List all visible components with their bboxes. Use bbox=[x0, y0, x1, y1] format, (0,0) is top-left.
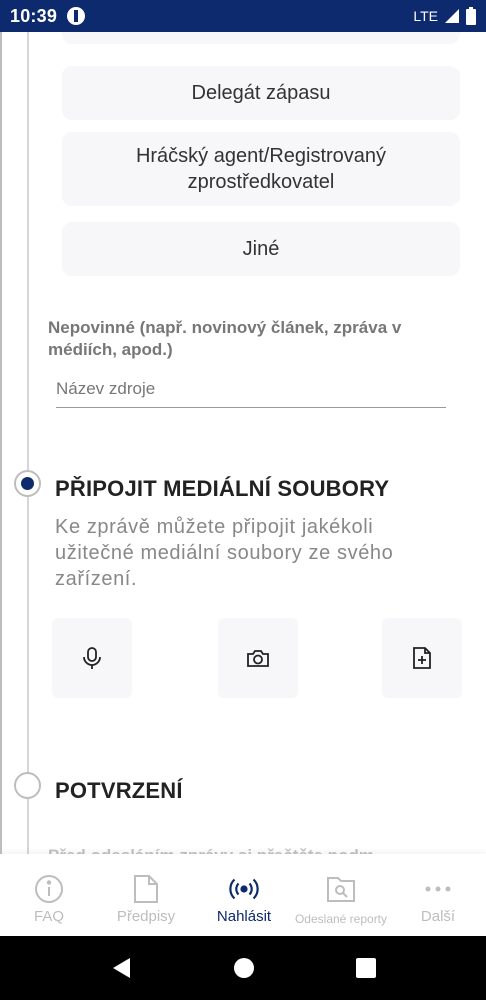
step-timeline bbox=[27, 32, 29, 854]
back-icon[interactable] bbox=[110, 956, 134, 980]
nav-label: Nahlásit bbox=[216, 908, 272, 925]
camera-icon bbox=[247, 650, 269, 667]
report-form[interactable]: Delegát zápasu Hráčský agent/Registrovan… bbox=[0, 32, 486, 854]
status-time: 10:39 bbox=[10, 5, 58, 26]
network-type: LTE bbox=[413, 8, 438, 24]
bottom-navigation: FAQ Předpisy Nahlásit Odeslané reporty D… bbox=[0, 854, 486, 936]
home-icon[interactable] bbox=[232, 956, 256, 980]
report-type-option-other[interactable]: Jiné bbox=[62, 222, 460, 276]
option-label: Hráčský agent/Registrovaný zprostředkova… bbox=[135, 145, 387, 193]
nav-label: Další bbox=[420, 908, 456, 925]
nav-item-more[interactable]: Další bbox=[410, 854, 466, 936]
recent-apps-icon[interactable] bbox=[354, 956, 378, 980]
system-navigation-bar bbox=[0, 936, 486, 1000]
info-icon bbox=[35, 875, 63, 903]
nav-item-regulations[interactable]: Předpisy bbox=[106, 854, 186, 936]
step-indicator-inactive bbox=[14, 772, 41, 799]
source-name-input[interactable] bbox=[56, 370, 446, 408]
broadcast-icon bbox=[229, 878, 259, 900]
battery-icon bbox=[466, 7, 476, 25]
more-icon bbox=[425, 886, 451, 892]
option-label: Jiné bbox=[242, 238, 280, 260]
nav-label: FAQ bbox=[33, 908, 64, 925]
nav-item-sent-reports[interactable]: Odeslané reporty bbox=[290, 854, 392, 936]
confirm-section-title: POTVRZENÍ bbox=[55, 778, 183, 803]
nav-item-report[interactable]: Nahlásit bbox=[206, 854, 282, 936]
nav-label: Předpisy bbox=[116, 908, 176, 925]
signal-icon bbox=[445, 9, 459, 23]
document-icon bbox=[134, 875, 158, 903]
option-label: Delegát zápasu bbox=[191, 82, 331, 104]
confirm-section-text: Před odesláním zprávy si přečtěte podm bbox=[48, 846, 448, 854]
add-file-icon bbox=[413, 647, 431, 669]
source-optional-label: Nepovinné (např. novinový článek, zpráva… bbox=[48, 318, 402, 359]
status-indicators: LTE bbox=[413, 7, 476, 25]
microphone-icon bbox=[83, 647, 101, 669]
media-section-description: Ke zprávě můžete připojit jakékoli užite… bbox=[55, 516, 394, 590]
record-audio-button[interactable] bbox=[52, 618, 132, 698]
step-indicator-active bbox=[14, 470, 41, 497]
nav-label: Odeslané reporty bbox=[294, 912, 388, 926]
report-type-option-partial[interactable] bbox=[62, 32, 460, 44]
screen-edge bbox=[0, 32, 2, 854]
nav-item-faq[interactable]: FAQ bbox=[22, 854, 76, 936]
report-type-option-match-delegate[interactable]: Delegát zápasu bbox=[62, 66, 460, 120]
attach-file-button[interactable] bbox=[382, 618, 462, 698]
status-bar: 10:39 LTE bbox=[0, 0, 486, 32]
search-document-icon bbox=[327, 877, 355, 902]
report-type-option-player-agent[interactable]: Hráčský agent/Registrovaný zprostředkova… bbox=[62, 132, 460, 206]
take-photo-button[interactable] bbox=[218, 618, 298, 698]
app-notification-icon bbox=[67, 7, 86, 25]
media-section-title: PŘIPOJIT MEDIÁLNÍ SOUBORY bbox=[55, 476, 390, 501]
